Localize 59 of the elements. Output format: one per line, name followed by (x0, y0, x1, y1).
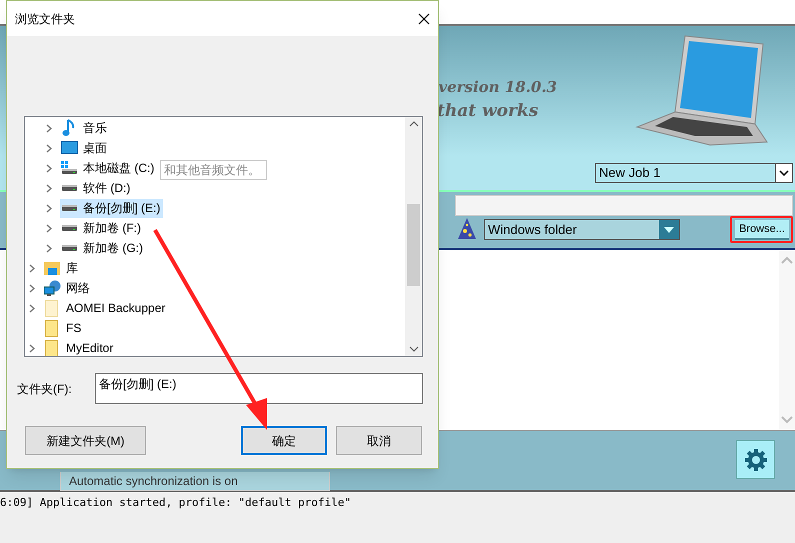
dialog-button[interactable]: 确定 (241, 426, 327, 455)
folder-label: 文件夹(F): (17, 380, 73, 398)
drive-icon (60, 204, 78, 212)
monitor-icon (60, 141, 78, 155)
chevron-icon[interactable] (46, 184, 52, 192)
chevron-icon[interactable] (46, 144, 52, 152)
folder-icon (45, 300, 59, 316)
dialog-button[interactable]: 取消 (336, 426, 422, 455)
tree-item[interactable]: 软件 (D:) (60, 178, 134, 198)
chevron-icon[interactable] (29, 284, 35, 292)
dialog-title: 浏览文件夹 (15, 10, 75, 28)
tagline-text: that works (437, 100, 538, 122)
tree-item[interactable]: 音乐 (60, 118, 110, 138)
job-value: New Job 1 (599, 164, 660, 182)
scroll-down-icon[interactable] (408, 346, 418, 352)
version-text: version 18.0.3 (438, 77, 557, 98)
drive-icon (60, 224, 78, 232)
chevron-icon[interactable] (46, 244, 52, 252)
status-text: Automatic synchronization is on (60, 472, 330, 491)
settings-button[interactable] (736, 440, 775, 479)
dialog-button[interactable]: 新建文件夹(M) (25, 426, 146, 455)
scroll-thumb[interactable] (407, 204, 420, 286)
music-note-icon (62, 119, 76, 137)
tree-item[interactable]: 备份[勿删] (E:) (60, 198, 164, 218)
wizard-hat-icon[interactable] (456, 217, 478, 241)
source-dropdown[interactable]: Windows folder (484, 219, 680, 240)
drive-icon (60, 244, 78, 252)
drive-icon (60, 161, 78, 175)
tree-item[interactable]: AOMEI Backupper (43, 298, 168, 318)
tooltip: 和其他音频文件。 (160, 160, 267, 180)
folder-icon (45, 320, 59, 336)
browse-button[interactable]: Browse... (735, 220, 789, 240)
tree-item[interactable]: 桌面 (60, 138, 110, 158)
chevron-icon[interactable] (46, 164, 52, 172)
folder-icon (45, 340, 59, 356)
scroll-up-icon[interactable] (408, 121, 418, 127)
tree-item[interactable]: 库 (43, 258, 81, 278)
tree-item[interactable]: 本地磁盘 (C:) (60, 158, 158, 178)
close-icon[interactable] (418, 12, 430, 24)
tree-item[interactable]: FS (43, 318, 84, 338)
chevron-icon[interactable] (29, 344, 35, 352)
tree-item[interactable]: 网络 (43, 278, 93, 298)
job-dropdown[interactable]: New Job 1 (595, 163, 793, 183)
settings-icon (744, 448, 768, 472)
tree-scrollbar[interactable] (405, 117, 422, 356)
chevron-icon[interactable] (29, 264, 35, 272)
log-line: 6:09] Application started, profile: "default profile" (0, 495, 352, 511)
chevron-icon[interactable] (46, 124, 52, 132)
path-field[interactable] (455, 195, 793, 216)
chevron-icon[interactable] (46, 204, 52, 212)
tree-item[interactable]: MyEditor (43, 338, 116, 356)
tree-item[interactable]: 新加卷 (F:) (60, 218, 144, 238)
tree-item[interactable]: 新加卷 (G:) (60, 238, 146, 258)
drive-icon (60, 184, 78, 192)
folder-field[interactable]: 备份[勿删] (E:) (95, 373, 423, 404)
chevron-icon[interactable] (29, 304, 35, 312)
network-icon (44, 280, 60, 296)
library-folder-icon (44, 260, 60, 276)
chevron-icon[interactable] (46, 224, 52, 232)
